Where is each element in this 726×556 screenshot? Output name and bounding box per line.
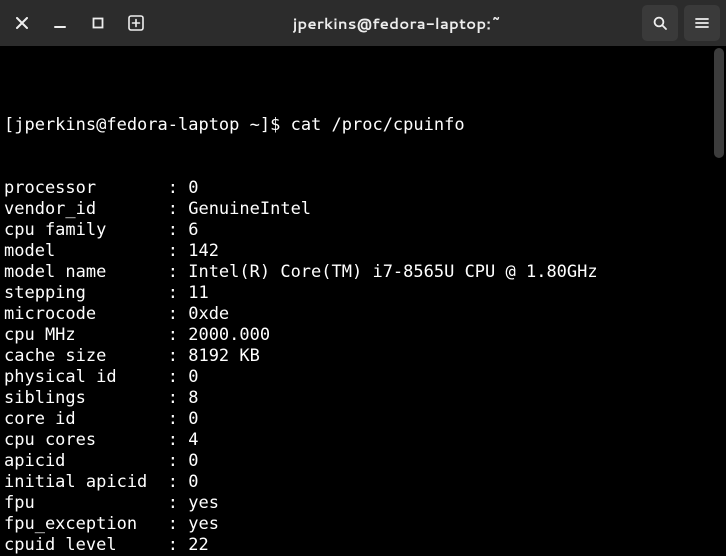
cpuinfo-output: processor : 0vendor_id : GenuineIntelcpu… (4, 178, 722, 556)
cpuinfo-row: model name : Intel(R) Core(TM) i7-8565U … (4, 262, 722, 283)
prompt-line: [jperkins@fedora-laptop ~]$ cat /proc/cp… (4, 115, 722, 136)
cpuinfo-row: vendor_id : GenuineIntel (4, 199, 722, 220)
cpuinfo-row: fpu_exception : yes (4, 514, 722, 535)
window-title: jperkins@fedora-laptop:~ (152, 13, 642, 34)
terminal-window: jperkins@fedora-laptop:~ [jperkins@fedor… (0, 0, 726, 556)
cpuinfo-row: siblings : 8 (4, 388, 722, 409)
menu-button[interactable] (684, 5, 720, 41)
minimize-icon (54, 17, 66, 29)
cpuinfo-row: stepping : 11 (4, 283, 722, 304)
cpuinfo-row: cache size : 8192 KB (4, 346, 722, 367)
shell-prompt: [jperkins@fedora-laptop ~]$ (4, 115, 291, 135)
cpuinfo-row: apicid : 0 (4, 451, 722, 472)
new-tab-button[interactable] (120, 7, 152, 39)
close-icon (16, 17, 28, 29)
hamburger-icon (694, 15, 710, 31)
maximize-button[interactable] (82, 7, 114, 39)
close-button[interactable] (6, 7, 38, 39)
cpuinfo-row: cpuid level : 22 (4, 535, 722, 556)
cpuinfo-row: cpu MHz : 2000.000 (4, 325, 722, 346)
cpuinfo-row: initial apicid : 0 (4, 472, 722, 493)
cpuinfo-row: physical id : 0 (4, 367, 722, 388)
new-tab-icon (127, 14, 145, 32)
minimize-button[interactable] (44, 7, 76, 39)
search-icon (652, 15, 668, 31)
cpuinfo-row: cpu cores : 4 (4, 430, 722, 451)
cpuinfo-row: microcode : 0xde (4, 304, 722, 325)
search-button[interactable] (642, 5, 678, 41)
scrollbar-thumb[interactable] (714, 48, 724, 158)
cpuinfo-row: processor : 0 (4, 178, 722, 199)
terminal-area[interactable]: [jperkins@fedora-laptop ~]$ cat /proc/cp… (0, 46, 726, 556)
typed-command: cat /proc/cpuinfo (291, 115, 465, 135)
cpuinfo-row: cpu family : 6 (4, 220, 722, 241)
cpuinfo-row: core id : 0 (4, 409, 722, 430)
cpuinfo-row: model : 142 (4, 241, 722, 262)
titlebar: jperkins@fedora-laptop:~ (0, 0, 726, 46)
cpuinfo-row: fpu : yes (4, 493, 722, 514)
maximize-icon (92, 17, 104, 29)
